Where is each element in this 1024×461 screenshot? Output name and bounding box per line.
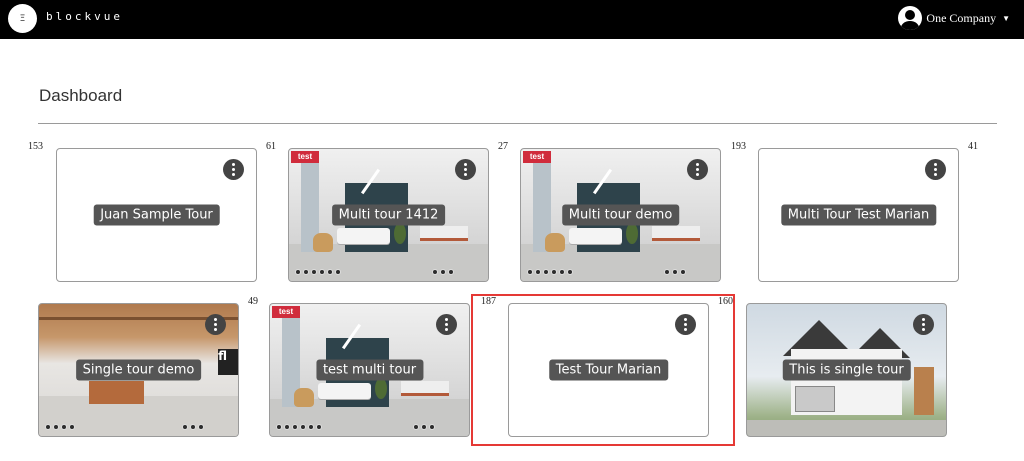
tour-name: Juan Sample Tour <box>93 204 220 226</box>
tour-count: 41 <box>968 141 978 152</box>
scene-thumbnails-icon <box>45 424 75 430</box>
nav-controls-icon <box>664 269 686 275</box>
user-name: One Company <box>926 10 997 25</box>
tour-name: Multi Tour Test Marian <box>780 204 937 226</box>
test-badge: test <box>523 151 551 163</box>
brand-name[interactable]: blockvue <box>46 10 123 23</box>
scene-thumbnails-icon <box>527 269 573 275</box>
tour-name: Multi tour demo <box>561 204 680 226</box>
nav-controls-icon <box>432 269 454 275</box>
caret-down-icon: ▼ <box>1002 13 1010 23</box>
tour-name: Single tour demo <box>75 359 202 381</box>
scene-thumbnails-icon <box>276 424 322 430</box>
tour-card-multi-tour-test-marian[interactable]: Multi Tour Test Marian <box>758 148 959 282</box>
tour-count: 61 <box>266 141 276 152</box>
nav-controls-icon <box>182 424 204 430</box>
top-navbar: Ξ blockvue One Company ▼ <box>0 0 1024 39</box>
tour-count: 49 <box>248 296 258 307</box>
blockvue-logo-icon[interactable]: Ξ <box>8 4 37 33</box>
more-options-icon[interactable] <box>455 159 476 180</box>
tour-count: 27 <box>498 141 508 152</box>
tour-name: test multi tour <box>315 359 424 381</box>
tour-name: Multi tour 1412 <box>331 204 446 226</box>
test-badge: test <box>272 306 300 318</box>
selected-card-highlight <box>471 294 735 446</box>
brand-sign: fl <box>218 348 238 376</box>
tour-count: 153 <box>28 141 43 152</box>
tour-count: 193 <box>731 141 746 152</box>
tour-name: This is single tour <box>782 359 911 381</box>
page-title: Dashboard <box>39 86 123 105</box>
test-badge: test <box>291 151 319 163</box>
user-menu[interactable]: One Company ▼ <box>898 5 1010 31</box>
tour-card-this-is-single-tour[interactable]: This is single tour <box>746 303 947 437</box>
title-divider <box>38 123 997 124</box>
more-options-icon[interactable] <box>687 159 708 180</box>
more-options-icon[interactable] <box>436 314 457 335</box>
more-options-icon[interactable] <box>925 159 946 180</box>
more-options-icon[interactable] <box>223 159 244 180</box>
tour-card-juan-sample-tour[interactable]: Juan Sample Tour <box>56 148 257 282</box>
more-options-icon[interactable] <box>913 314 934 335</box>
tour-card-multi-tour-demo[interactable]: test Multi tour demo <box>520 148 721 282</box>
more-options-icon[interactable] <box>205 314 226 335</box>
nav-controls-icon <box>413 424 435 430</box>
tour-card-multi-tour-1412[interactable]: test Multi tour 1412 <box>288 148 489 282</box>
scene-thumbnails-icon <box>295 269 341 275</box>
user-avatar-icon <box>898 6 923 30</box>
tour-card-single-tour-demo[interactable]: fl Single tour demo <box>38 303 239 437</box>
tour-card-test-multi-tour[interactable]: test test multi tour <box>269 303 470 437</box>
